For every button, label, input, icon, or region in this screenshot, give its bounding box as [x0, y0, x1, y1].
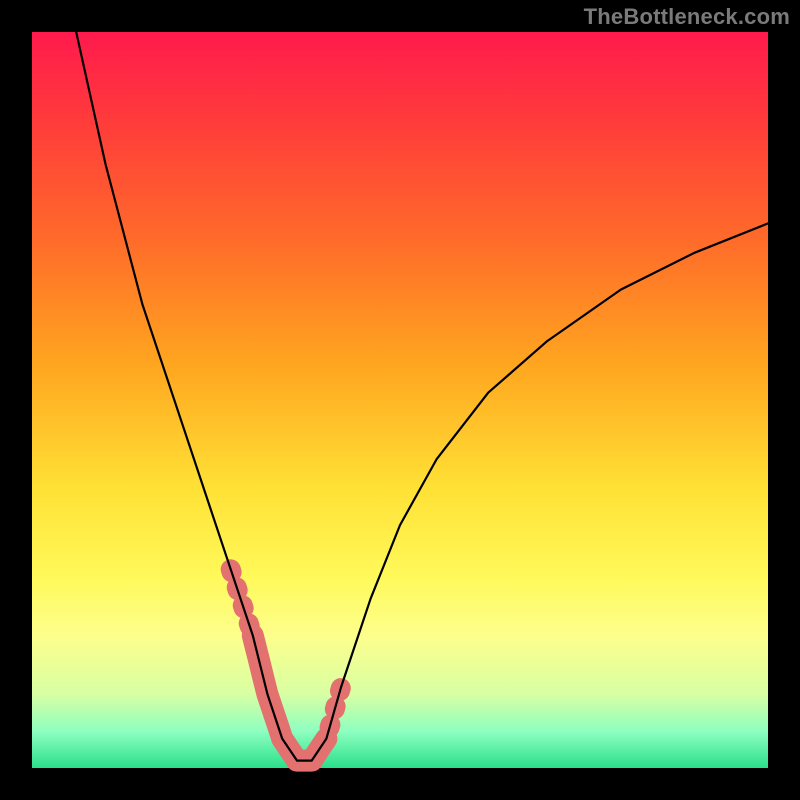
bottleneck-curve-path: [76, 32, 768, 761]
plot-area: [32, 32, 768, 768]
watermark-text: TheBottleneck.com: [584, 4, 790, 30]
curve-svg: [32, 32, 768, 768]
highlight-floor-path: [253, 636, 327, 761]
chart-frame: TheBottleneck.com: [0, 0, 800, 800]
